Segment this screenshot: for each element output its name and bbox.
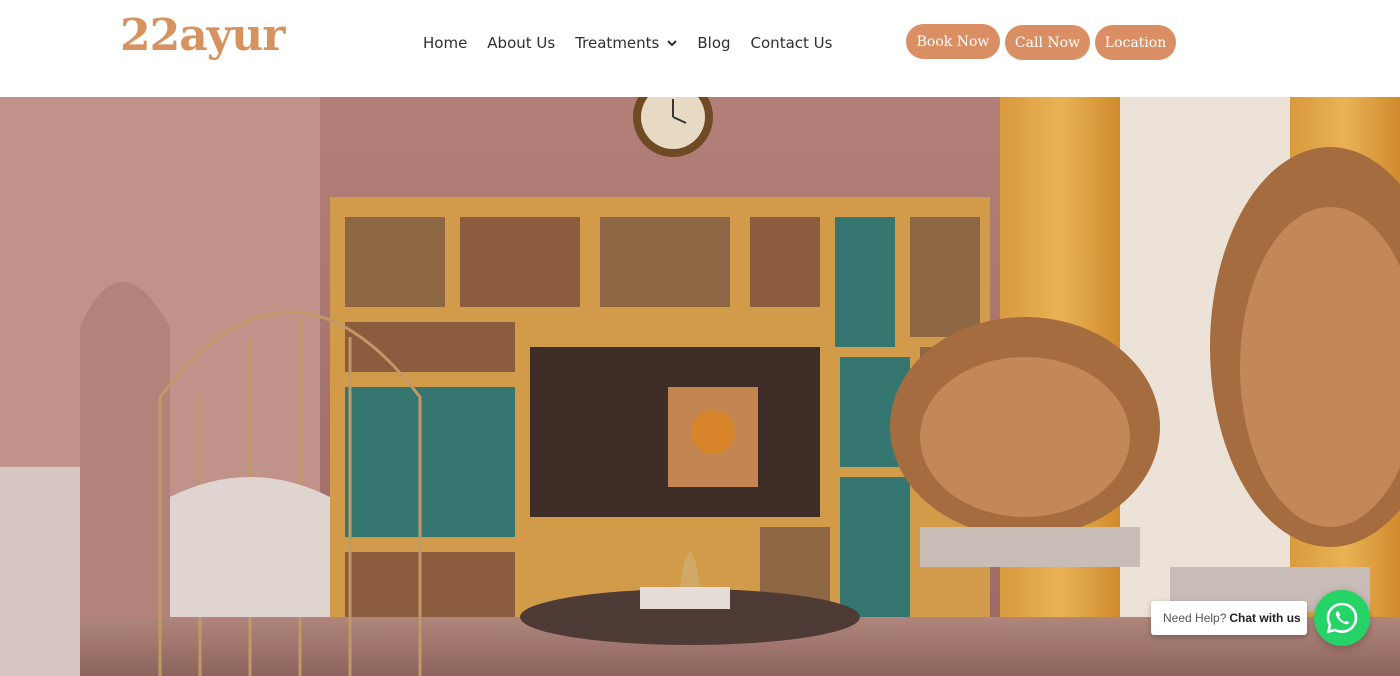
nav-blog[interactable]: Blog	[697, 34, 730, 52]
nav-blog-label: Blog	[697, 34, 731, 52]
book-now-button[interactable]: Book Now	[906, 24, 1000, 59]
nav-contact[interactable]: Contact Us	[751, 34, 833, 52]
chat-prompt[interactable]: Need Help? Chat with us	[1151, 601, 1307, 635]
hero-image	[0, 97, 1400, 676]
hero-illustration	[0, 97, 1400, 676]
chat-cta: Chat with us	[1229, 611, 1301, 625]
nav-treatments[interactable]: Treatments	[575, 34, 678, 52]
nav-about[interactable]: About Us	[487, 34, 555, 52]
brand-logo[interactable]: 22ayur	[120, 14, 285, 58]
nav-home[interactable]: Home	[423, 34, 467, 52]
chevron-down-icon	[667, 40, 678, 47]
whatsapp-button[interactable]	[1314, 590, 1370, 646]
nav-about-label: About Us	[487, 34, 556, 52]
nav-treatments-label: Treatments	[575, 34, 660, 52]
nav-contact-label: Contact Us	[750, 34, 833, 52]
location-button[interactable]: Location	[1095, 25, 1176, 60]
call-now-button[interactable]: Call Now	[1005, 25, 1090, 60]
whatsapp-icon	[1326, 602, 1358, 634]
chat-prefix: Need Help?	[1163, 611, 1227, 625]
main-nav: Home About Us Treatments Blog Contact Us	[423, 34, 852, 52]
site-header: 22ayur Home About Us Treatments Blog Con…	[0, 0, 1400, 97]
nav-home-label: Home	[423, 34, 468, 52]
